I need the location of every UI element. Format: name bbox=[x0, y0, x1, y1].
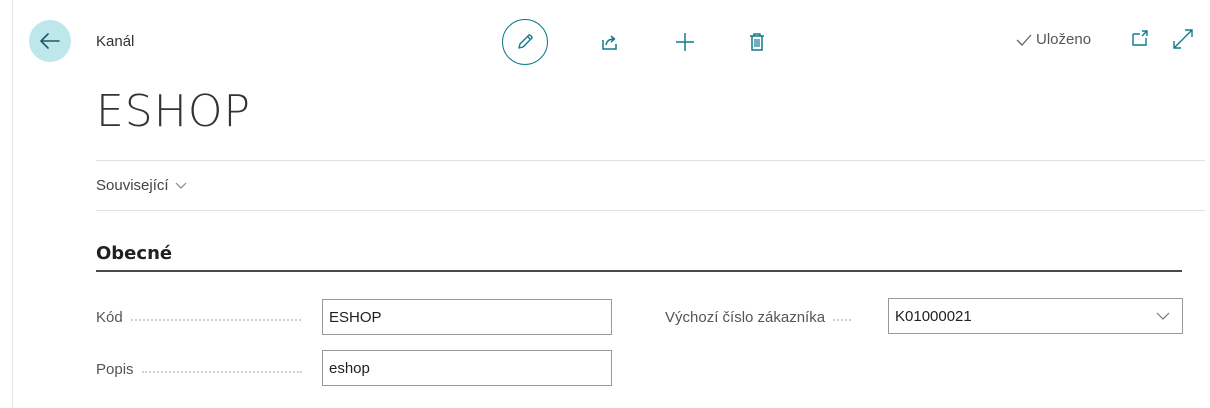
new-button[interactable] bbox=[671, 28, 699, 56]
arrow-left-icon bbox=[40, 33, 60, 49]
menu-divider bbox=[96, 210, 1205, 211]
related-menu-button[interactable]: Související bbox=[96, 177, 187, 194]
customer-field-label: Výchozí číslo zákazníka bbox=[665, 309, 852, 326]
expand-icon bbox=[1173, 29, 1193, 49]
description-label-text: Popis bbox=[96, 361, 134, 378]
section-title[interactable]: Obecné bbox=[96, 243, 172, 264]
code-value: ESHOP bbox=[329, 308, 382, 326]
section-underline bbox=[96, 270, 1182, 272]
action-toolbar bbox=[502, 18, 771, 66]
chevron-down-icon[interactable] bbox=[1156, 309, 1170, 323]
related-menu-label: Související bbox=[96, 177, 169, 194]
code-field[interactable]: ESHOP bbox=[322, 299, 612, 335]
code-label-text: Kód bbox=[96, 309, 123, 326]
delete-button[interactable] bbox=[743, 28, 771, 56]
saved-label: Uloženo bbox=[1036, 31, 1092, 48]
entity-caption: Kanál bbox=[96, 33, 135, 50]
open-new-window-button[interactable] bbox=[1130, 28, 1150, 48]
edit-button[interactable] bbox=[502, 19, 548, 65]
customer-number-select[interactable]: K01000021 bbox=[888, 298, 1183, 334]
description-field[interactable]: eshop bbox=[322, 350, 612, 386]
expand-button[interactable] bbox=[1172, 28, 1194, 50]
chevron-down-icon bbox=[175, 182, 186, 189]
customer-value: K01000021 bbox=[895, 307, 972, 325]
label-leader-dots bbox=[141, 370, 302, 373]
saved-status: Uloženo bbox=[1016, 31, 1091, 48]
page-title: ESHOP bbox=[96, 86, 251, 137]
plus-icon bbox=[676, 33, 694, 51]
trash-icon bbox=[750, 33, 764, 51]
checkmark-icon bbox=[1016, 34, 1032, 46]
customer-label-text: Výchozí číslo zákazníka bbox=[665, 309, 826, 326]
share-button[interactable] bbox=[596, 28, 624, 56]
label-leader-dots bbox=[130, 318, 301, 321]
header-divider bbox=[96, 160, 1205, 161]
label-leader-dots bbox=[833, 318, 852, 321]
pencil-icon bbox=[518, 34, 533, 49]
share-icon bbox=[602, 35, 617, 50]
description-field-label: Popis bbox=[96, 361, 302, 378]
open-in-new-window-icon bbox=[1132, 30, 1148, 46]
back-button[interactable] bbox=[29, 20, 71, 62]
description-value: eshop bbox=[329, 359, 370, 377]
code-field-label: Kód bbox=[96, 309, 301, 326]
